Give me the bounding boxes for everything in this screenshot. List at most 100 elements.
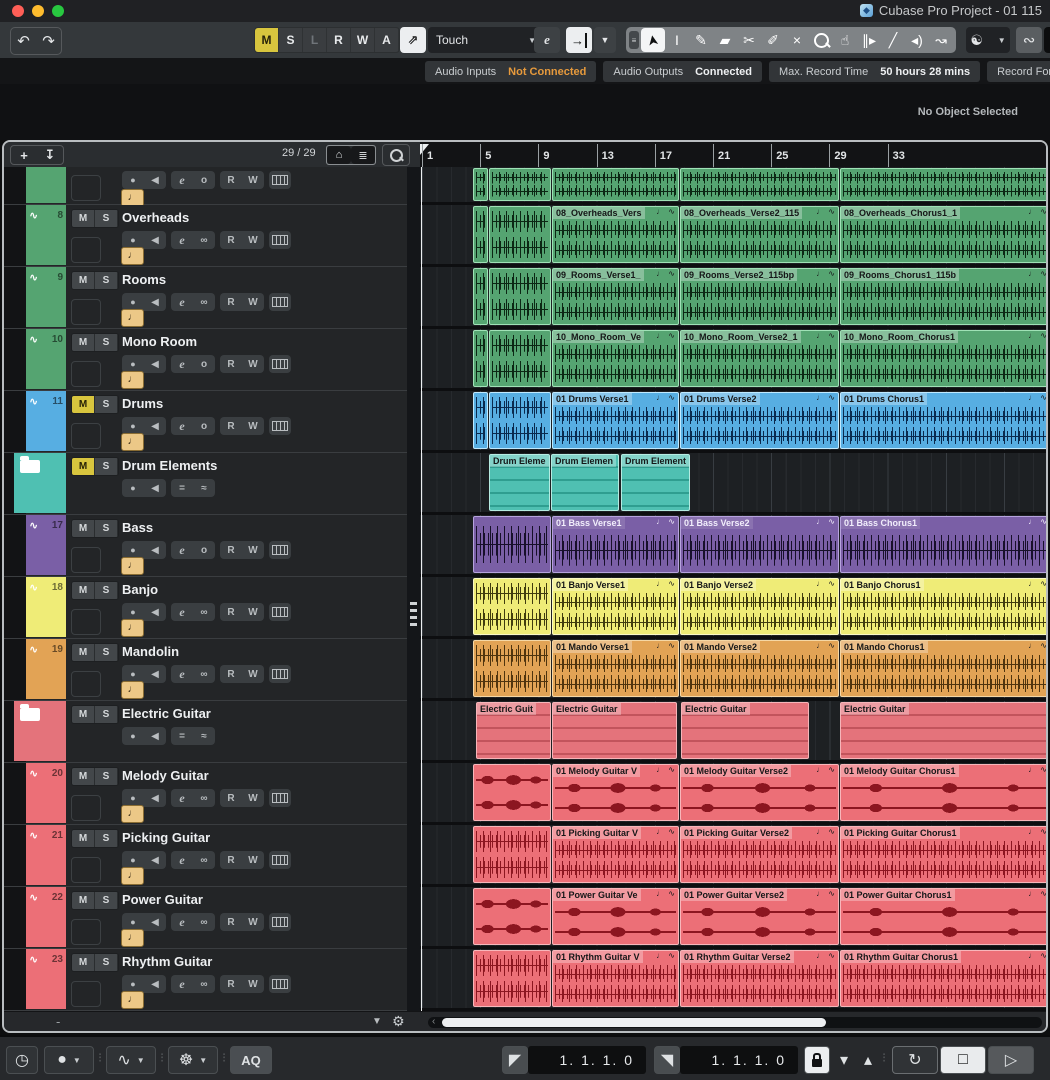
write-automation-icon[interactable]: W bbox=[242, 297, 264, 308]
audio-event-01-melody-guitar-verse2[interactable]: 01 Melody Guitar Verse2♩ ∿ bbox=[680, 764, 839, 821]
track-name[interactable]: Mono Room bbox=[122, 334, 197, 349]
monitor-icon[interactable]: ◀ bbox=[144, 979, 166, 990]
audio-event[interactable] bbox=[473, 640, 551, 697]
show-lanes-icon[interactable] bbox=[269, 851, 291, 869]
audio-event[interactable] bbox=[489, 330, 551, 387]
glue-tool[interactable]: ✐ bbox=[761, 28, 785, 52]
inserts-state-icon[interactable]: ∞ bbox=[193, 793, 215, 804]
mute-button[interactable]: M bbox=[72, 644, 95, 661]
inserts-state-icon[interactable]: ∞ bbox=[193, 917, 215, 928]
mute-button[interactable]: M bbox=[72, 334, 95, 351]
record-enable-icon[interactable]: ● bbox=[122, 855, 144, 865]
edit-channel-icon[interactable]: e bbox=[171, 977, 193, 992]
read-automation-icon[interactable]: R bbox=[220, 545, 242, 556]
edit-channel-icon[interactable]: e bbox=[171, 233, 193, 248]
audio-event[interactable] bbox=[473, 206, 488, 263]
musical-mode-icon[interactable]: ♩ bbox=[121, 929, 144, 947]
write-automation-icon[interactable]: W bbox=[242, 175, 264, 186]
record-enable-icon[interactable]: ● bbox=[122, 979, 144, 989]
audio-event-01-picking-guitar-verse2[interactable]: 01 Picking Guitar Verse2♩ ∿ bbox=[680, 826, 839, 883]
track-preset-icon[interactable]: ↧ bbox=[37, 146, 63, 164]
line-tool[interactable]: ╱ bbox=[881, 28, 905, 52]
audio-event[interactable] bbox=[473, 516, 551, 573]
mute-button[interactable]: M bbox=[72, 272, 95, 289]
mute-tool[interactable]: × bbox=[785, 28, 809, 52]
audio-event-01-bass-verse2[interactable]: 01 Bass Verse2♩ ∿ bbox=[680, 516, 839, 573]
audio-event-01-mando-verse2[interactable]: 01 Mando Verse2♩ ∿ bbox=[680, 640, 839, 697]
monitor-icon[interactable]: ◀ bbox=[144, 793, 166, 804]
musical-mode-icon[interactable]: ♩ bbox=[121, 557, 144, 575]
audio-event-09-rooms-chorus1-115b[interactable]: 09_Rooms_Chorus1_115b♩ ∿ bbox=[840, 268, 1048, 325]
record-enable-icon[interactable]: ● bbox=[122, 483, 144, 493]
track-name[interactable]: Rhythm Guitar bbox=[122, 954, 212, 969]
inserts-state-icon[interactable]: o bbox=[193, 359, 215, 370]
stop-button[interactable]: □ bbox=[940, 1046, 986, 1074]
automation-letter-a[interactable]: A bbox=[375, 28, 399, 52]
right-locator-icon[interactable]: ◥ bbox=[654, 1046, 680, 1074]
mute-button[interactable]: M bbox=[72, 954, 95, 971]
edit-channel-icon[interactable]: e bbox=[171, 605, 193, 620]
audio-event[interactable] bbox=[473, 330, 488, 387]
audio-event-electric-guitar[interactable]: Electric Guitar bbox=[552, 702, 677, 759]
show-lanes-icon[interactable] bbox=[269, 231, 291, 249]
toolbar-handle-icon[interactable]: ≡ bbox=[629, 31, 639, 49]
color-tool-dropdown[interactable]: ☯▼ bbox=[966, 27, 1010, 53]
audio-event[interactable] bbox=[473, 392, 488, 449]
monitor-icon[interactable]: ◀ bbox=[144, 175, 166, 186]
automation-letter-r[interactable]: R bbox=[327, 28, 351, 52]
record-enable-icon[interactable]: ● bbox=[122, 731, 144, 741]
inserts-state-icon[interactable]: o bbox=[193, 175, 215, 186]
audio-event-10-mono-room-ve[interactable]: 10_Mono_Room_Ve♩ ∿ bbox=[552, 330, 679, 387]
read-automation-icon[interactable]: R bbox=[220, 669, 242, 680]
redo-button[interactable]: ↷ bbox=[36, 28, 61, 54]
track-lane-rooms[interactable]: 09_Rooms_Verse1_♩ ∿09_Rooms_Verse2_115bp… bbox=[420, 267, 1048, 329]
scrollbar-thumb[interactable] bbox=[442, 1018, 826, 1027]
audio-event-electric-guitar[interactable]: Electric Guitar bbox=[840, 702, 1048, 759]
record-enable-icon[interactable]: ● bbox=[122, 607, 144, 617]
track-row-melody-guitar[interactable]: ∿20MSMelody Guitar●◀e∞RW♩ bbox=[4, 763, 407, 825]
audio-record-mode-dropdown[interactable]: ∿▼ bbox=[106, 1046, 156, 1074]
audio-event-01-drums-verse1[interactable]: 01 Drums Verse1♩ ∿ bbox=[552, 392, 679, 449]
track-lane-rhythm-guitar[interactable]: 01 Rhythm Guitar V♩ ∿01 Rhythm Guitar Ve… bbox=[420, 949, 1048, 1011]
track-lane-drum-elements[interactable]: Drum ElemeDrum ElemenDrum Element bbox=[420, 453, 1048, 515]
monitor-icon[interactable]: ◀ bbox=[144, 917, 166, 928]
track-list-options-icon[interactable]: ≣ bbox=[351, 146, 375, 164]
crossfade-icon[interactable]: ∾ bbox=[1016, 27, 1042, 53]
audio-event-01-mando-chorus1[interactable]: 01 Mando Chorus1♩ ∿ bbox=[840, 640, 1048, 697]
audio-event[interactable] bbox=[473, 268, 488, 325]
status-chip-record-format[interactable]: Record Format bbox=[987, 61, 1050, 82]
timeline-ruler[interactable]: 159131721252933 bbox=[420, 142, 1048, 167]
status-chip-max-record-time[interactable]: Max. Record Time50 hours 28 mins bbox=[769, 61, 980, 82]
punch-dropdown[interactable]: ▼ bbox=[594, 27, 616, 53]
read-automation-icon[interactable]: R bbox=[220, 297, 242, 308]
track-name[interactable]: Drum Elements bbox=[122, 458, 217, 473]
mute-button[interactable]: M bbox=[72, 582, 95, 599]
punch-in-button[interactable]: ▾ bbox=[832, 1046, 856, 1074]
write-automation-icon[interactable]: W bbox=[242, 607, 264, 618]
audio-event[interactable] bbox=[840, 168, 1048, 201]
audio-event-drum-elemen[interactable]: Drum Elemen bbox=[551, 454, 619, 511]
edit-channel-icon[interactable]: e bbox=[171, 419, 193, 434]
audio-event-08-overheads-verse2-115[interactable]: 08_Overheads_Verse2_115♩ ∿ bbox=[680, 206, 839, 263]
record-enable-icon[interactable]: ● bbox=[122, 297, 144, 307]
solo-button[interactable]: S bbox=[95, 210, 118, 227]
track-name[interactable]: Power Guitar bbox=[122, 892, 203, 907]
track-lane-mono-room[interactable]: 10_Mono_Room_Ve♩ ∿10_Mono_Room_Verse2_1♩… bbox=[420, 329, 1048, 391]
mute-button[interactable]: M bbox=[72, 396, 95, 413]
inserts-state-icon[interactable]: ∞ bbox=[193, 235, 215, 246]
track-row-drum-elements[interactable]: MSDrum Elements●◀=≈ bbox=[4, 453, 407, 515]
musical-mode-icon[interactable]: ♩ bbox=[121, 309, 144, 327]
hand-tool[interactable]: ☝ bbox=[833, 28, 857, 52]
minimize-window-button[interactable] bbox=[32, 5, 44, 17]
audio-event-01-banjo-verse2[interactable]: 01 Banjo Verse2♩ ∿ bbox=[680, 578, 839, 635]
monitor-icon[interactable]: ◀ bbox=[144, 421, 166, 432]
read-automation-icon[interactable]: R bbox=[220, 855, 242, 866]
show-lanes-icon[interactable] bbox=[269, 665, 291, 683]
audio-event-01-rhythm-guitar-verse2[interactable]: 01 Rhythm Guitar Verse2♩ ∿ bbox=[680, 950, 839, 1007]
inserts-state-icon[interactable]: ∞ bbox=[193, 669, 215, 680]
audio-event[interactable] bbox=[473, 578, 551, 635]
search-tracks-button[interactable] bbox=[382, 144, 410, 166]
track-row-banjo[interactable]: ∿18MSBanjo●◀e∞RW♩ bbox=[4, 577, 407, 639]
track-row-overheads[interactable]: ∿8MSOverheads●◀e∞RW♩ bbox=[4, 205, 407, 267]
monitor-icon[interactable]: ◀ bbox=[144, 359, 166, 370]
